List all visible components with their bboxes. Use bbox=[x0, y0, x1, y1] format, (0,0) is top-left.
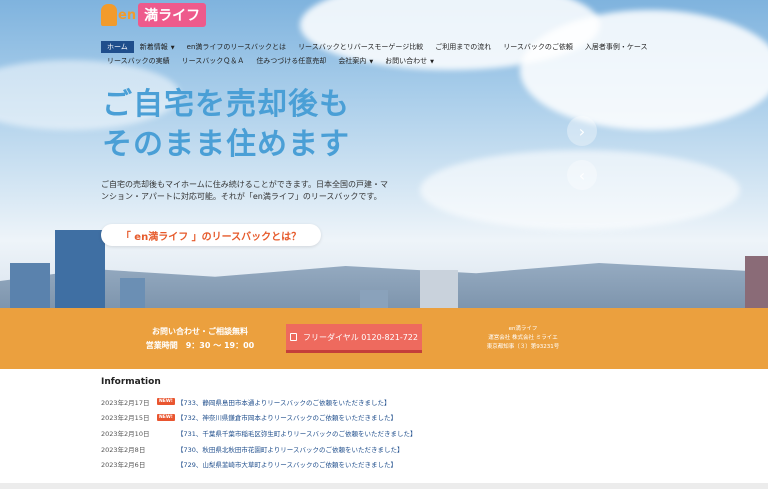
news-item: 2023年2月8日 【730、秋田県北秋田市花園町よりリースバックのご依頼をいただ… bbox=[101, 441, 521, 457]
nav-item-3-row2[interactable]: 住みつづける任意売却 bbox=[250, 55, 332, 67]
nav-item-1-row2[interactable]: リースバックの実績 bbox=[101, 55, 176, 67]
building-decoration bbox=[745, 256, 768, 308]
company-name: en満ライフ bbox=[508, 326, 538, 332]
news-link[interactable]: 【733、静岡県島田市本通よりリースバックのご依頼をいただきました】 bbox=[177, 397, 390, 407]
new-badge: NEW! bbox=[157, 398, 175, 406]
chevron-down-icon: ▼ bbox=[430, 58, 435, 65]
news-link[interactable]: 【732、神奈川県鎌倉市岡本よりリースバックのご依頼をいただきました】 bbox=[177, 412, 397, 422]
news-badge-slot: NEW! bbox=[157, 398, 177, 406]
nav-item-5-row2[interactable]: お問い合わせ ▼ bbox=[379, 55, 440, 68]
new-badge: NEW! bbox=[157, 413, 175, 421]
nav-row: ホーム 新着情報 ▼ en満ライフのリースバックとは リースバックとリバースモーゲージ比… bbox=[101, 41, 661, 53]
contact-free-text: お問い合わせ・ご相談無料 bbox=[152, 327, 248, 336]
main-nav: ホーム 新着情報 ▼ en満ライフのリースバックとは リースバックとリバースモーゲージ比… bbox=[101, 41, 661, 69]
house-icon bbox=[101, 4, 117, 26]
nav-item-label: リースバックとリバースモーゲージ比較 bbox=[298, 43, 424, 51]
hero-headline: ご自宅を売却後も そのまま住めます bbox=[102, 85, 350, 165]
nav-item-label: リースバックＱ＆Ａ bbox=[181, 57, 245, 65]
nav-item-4-row1[interactable]: リースバックとリバースモーゲージ比較 bbox=[292, 41, 429, 53]
nav-row: リースバックの実績 リースバックＱ＆Ａ 住みつづける任意売却 会社案内 ▼ お問い合わせ ▼ bbox=[101, 55, 661, 67]
nav-item-label: リースバックのご依頼 bbox=[503, 43, 573, 51]
contact-bar: お問い合わせ・ご相談無料 営業時間 9：30 〜 19：00 フリーダイヤル 0… bbox=[0, 308, 768, 369]
news-date: 2023年2月17日 bbox=[101, 398, 150, 407]
information-heading: Information bbox=[101, 377, 161, 387]
news-item: 2023年2月10日 【731、千葉県千葉市稲毛区弥生町よりリースバックのご依頼を… bbox=[101, 425, 521, 441]
contact-info: お問い合わせ・ご相談無料 営業時間 9：30 〜 19：00 bbox=[120, 325, 280, 353]
hero-subtext: ご自宅の売却後もマイホームに住み続けることができます。日本全国の戸建・マ ンショ… bbox=[101, 179, 401, 203]
cloud-decoration bbox=[520, 10, 768, 130]
phone-icon bbox=[290, 333, 297, 341]
nav-item-label: ホーム bbox=[107, 43, 128, 51]
chevron-right-icon: › bbox=[578, 121, 586, 141]
nav-item-label: 新着情報 bbox=[139, 42, 168, 51]
news-link[interactable]: 【729、山梨県韮崎市大草町よりリースバックのご依頼をいただきました】 bbox=[177, 459, 397, 469]
building-decoration bbox=[120, 278, 145, 308]
news-badge-slot: NEW! bbox=[157, 413, 177, 421]
news-item: 2023年2月15日 NEW! 【732、神奈川県鎌倉市岡本よりリースバックのご依頼… bbox=[101, 410, 521, 426]
nav-item-2-row2[interactable]: リースバックＱ＆Ａ bbox=[176, 55, 251, 67]
nav-item-5-row1[interactable]: ご利用までの流れ bbox=[429, 41, 497, 53]
company-info: en満ライフ 運営会社 株式会社 ミライエ 東京都知事（３）第93231号 bbox=[468, 325, 578, 352]
subtext-line-1: ご自宅の売却後もマイホームに住み続けることができます。日本全国の戸建・マ bbox=[101, 180, 388, 189]
nav-item-3-row1[interactable]: en満ライフのリースバックとは bbox=[181, 41, 292, 53]
building-decoration bbox=[360, 290, 388, 308]
news-date: 2023年2月6日 bbox=[101, 461, 146, 470]
slider-next-button[interactable]: › bbox=[567, 116, 597, 146]
logo-name-text: 満ライフ bbox=[138, 3, 207, 27]
nav-item-4-row2[interactable]: 会社案内 ▼ bbox=[332, 55, 379, 68]
company-license: 東京都知事（３）第93231号 bbox=[486, 344, 560, 350]
business-hours: 営業時間 9：30 〜 19：00 bbox=[145, 341, 255, 350]
news-date: 2023年2月10日 bbox=[101, 429, 150, 438]
logo-en-text: en bbox=[118, 7, 137, 23]
building-decoration bbox=[55, 230, 105, 308]
nav-item-7-row1[interactable]: 入居者事例・ケース bbox=[579, 41, 654, 53]
headline-line-1: ご自宅を売却後も bbox=[102, 87, 350, 122]
nav-item-label: 入居者事例・ケース bbox=[584, 43, 648, 51]
free-dial-label: フリーダイヤル 0120-821-722 bbox=[303, 332, 418, 342]
news-list: 2023年2月17日 NEW! 【733、静岡県島田市本通よりリースバックのご依頼を… bbox=[101, 394, 521, 472]
footer-divider bbox=[0, 483, 768, 489]
free-dial-button[interactable]: フリーダイヤル 0120-821-722 bbox=[286, 324, 422, 353]
chevron-down-icon: ▼ bbox=[170, 44, 175, 51]
news-date: 2023年2月15日 bbox=[101, 414, 150, 423]
leaseback-about-button[interactable]: 「 en満ライフ 」のリースバックとは？ bbox=[101, 224, 321, 246]
news-link[interactable]: 【730、秋田県北秋田市花園町よりリースバックのご依頼をいただきました】 bbox=[177, 444, 403, 454]
nav-item-2-row1[interactable]: 新着情報 ▼ bbox=[134, 41, 181, 54]
building-decoration bbox=[420, 270, 458, 308]
headline-line-2: そのまま住めます bbox=[102, 127, 350, 162]
building-decoration bbox=[10, 263, 50, 308]
news-item: 2023年2月6日 【729、山梨県韮崎市大草町よりリースバックのご依頼をいただき… bbox=[101, 456, 521, 472]
slider-prev-button[interactable]: ‹ bbox=[567, 160, 597, 190]
nav-item-label: ご利用までの流れ bbox=[435, 43, 492, 51]
news-link[interactable]: 【731、千葉県千葉市稲毛区弥生町よりリースバックのご依頼をいただきました】 bbox=[177, 428, 416, 438]
nav-item-6-row1[interactable]: リースバックのご依頼 bbox=[497, 41, 579, 53]
company-operator: 運営会社 株式会社 ミライエ bbox=[488, 335, 558, 341]
news-item: 2023年2月17日 NEW! 【733、静岡県島田市本通よりリースバックのご依頼を… bbox=[101, 394, 521, 410]
nav-item-label: リースバックの実績 bbox=[107, 57, 170, 65]
hero-section: en 満ライフ ホーム 新着情報 ▼ en満ライフのリースバックとは リースバックとリバ… bbox=[0, 0, 768, 308]
chevron-down-icon: ▼ bbox=[369, 58, 374, 65]
chevron-left-icon: ‹ bbox=[578, 165, 586, 185]
nav-item-label: 会社案内 bbox=[338, 56, 367, 65]
nav-item-1-row1[interactable]: ホーム bbox=[101, 41, 134, 53]
nav-item-label: 住みつづける任意売却 bbox=[256, 57, 327, 65]
nav-item-label: お問い合わせ bbox=[385, 56, 428, 65]
subtext-line-2: ンション・アパートに対応可能。それが「en満ライフ」のリースバックです。 bbox=[101, 192, 382, 201]
site-logo[interactable]: en 満ライフ bbox=[101, 3, 207, 27]
nav-item-label: en満ライフのリースバックとは bbox=[186, 43, 287, 51]
news-date: 2023年2月8日 bbox=[101, 445, 146, 454]
